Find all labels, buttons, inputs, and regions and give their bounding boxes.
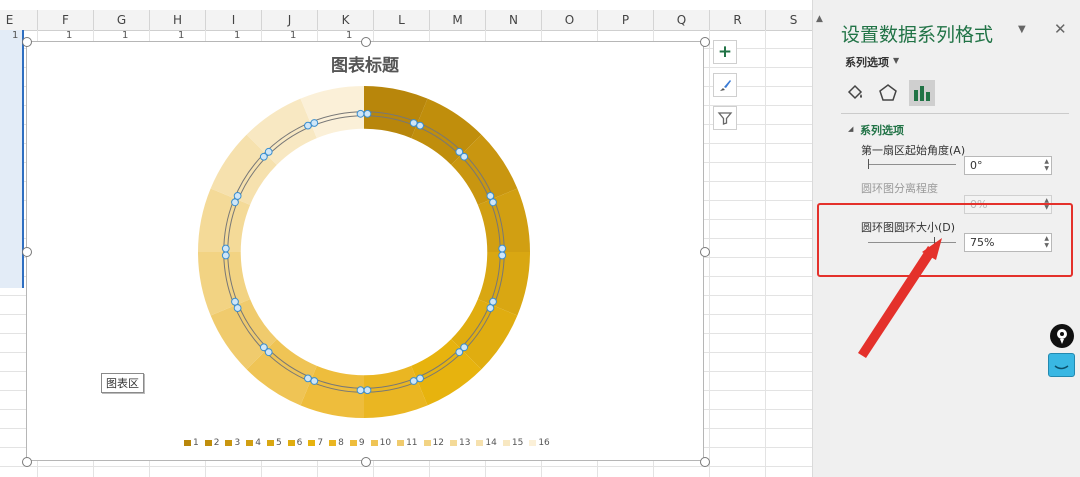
cell-value[interactable]: 1 [234,30,240,41]
cell-value[interactable]: 1 [178,30,184,41]
cell-value[interactable]: 1 [346,30,352,41]
floating-widget-icon[interactable] [1048,353,1075,377]
cell-value[interactable]: 1 [290,30,296,41]
annotation-arrow [858,238,942,358]
cell-value[interactable]: 1 [122,30,128,41]
cell-value[interactable]: 1 [66,30,72,41]
pen-icon [1057,329,1067,344]
cell-value[interactable]: 1 [12,30,18,41]
floating-pen-icon[interactable] [1050,324,1074,348]
screen-icon [1054,365,1069,370]
